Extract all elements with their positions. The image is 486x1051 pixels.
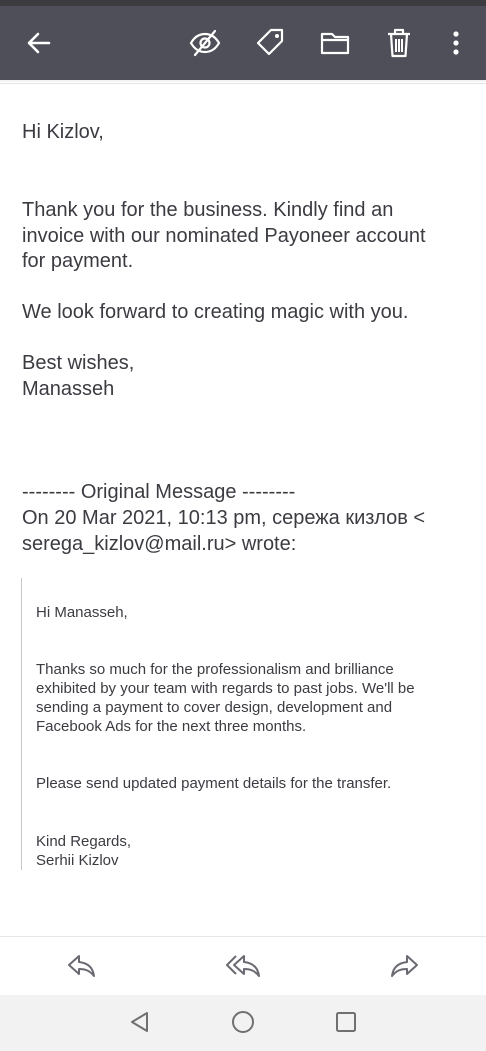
- quoted-line: Please send updated payment details for …: [36, 775, 392, 792]
- quoted-signature: Serhii Kizlov: [36, 852, 119, 869]
- mark-unread-eye-off-icon[interactable]: [186, 26, 224, 60]
- back-arrow-icon[interactable]: [22, 26, 56, 60]
- quoted-line: sending a payment to cover design, devel…: [36, 699, 393, 716]
- trash-icon[interactable]: [382, 26, 416, 60]
- more-vertical-icon[interactable]: [446, 26, 466, 60]
- action-bar-divider: [0, 936, 486, 937]
- reply-icon[interactable]: [65, 950, 97, 982]
- forward-icon[interactable]: [389, 950, 421, 982]
- body-line: Thank you for the business. Kindly find …: [22, 199, 394, 221]
- body-line: for payment.: [22, 250, 134, 272]
- reply-all-icon[interactable]: [226, 950, 262, 982]
- body-line: invoice with our nominated Payoneer acco…: [22, 224, 426, 247]
- quoted-signoff: Kind Regards,: [36, 833, 132, 850]
- tag-icon[interactable]: [252, 26, 288, 60]
- quote-bar: [21, 578, 22, 870]
- system-nav-bar: [0, 995, 486, 1051]
- original-message-header: -------- Original Message --------: [22, 481, 296, 503]
- email-toolbar: [0, 6, 486, 80]
- signature-text: Manasseh: [22, 377, 115, 400]
- original-meta-line: On 20 Mar 2021, 10:13 pm, сережа кизлов …: [22, 507, 426, 529]
- nav-recents-icon[interactable]: [331, 1007, 361, 1037]
- quoted-line: exhibited by your team with regards to p…: [36, 680, 415, 697]
- folder-icon[interactable]: [317, 26, 353, 60]
- signoff-text: Best wishes,: [22, 352, 135, 374]
- toolbar-shadow: [0, 80, 486, 82]
- greeting-text: Hi Kizlov,: [22, 121, 104, 143]
- quoted-greeting: Hi Manasseh,: [36, 604, 128, 621]
- nav-home-icon[interactable]: [228, 1007, 258, 1037]
- body-line: We look forward to creating magic with y…: [22, 301, 409, 323]
- original-sender-email-link[interactable]: serega_kizlov@mail.ru> wrote:: [22, 532, 296, 558]
- quoted-line: Facebook Ads for the next three months.: [36, 718, 307, 735]
- toolbar-divider: [0, 83, 486, 84]
- quoted-line: Thanks so much for the professionalism a…: [36, 661, 394, 678]
- nav-back-icon[interactable]: [124, 1007, 154, 1037]
